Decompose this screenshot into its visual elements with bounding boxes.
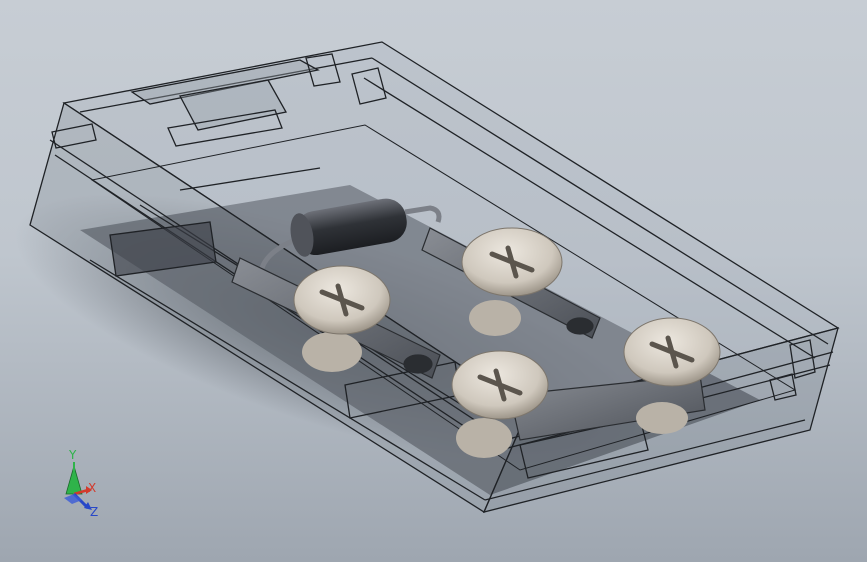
3d-viewport[interactable]: Y X Z xyxy=(0,0,867,562)
coordinate-triad: Y X Z xyxy=(52,448,112,522)
z-axis-label: Z xyxy=(90,505,99,519)
y-axis-label: Y xyxy=(69,448,77,462)
triad-axes-icon xyxy=(64,462,92,510)
x-axis-label: X xyxy=(88,481,97,495)
model-scene[interactable] xyxy=(0,0,867,562)
enclosure-housing[interactable] xyxy=(29,41,840,513)
